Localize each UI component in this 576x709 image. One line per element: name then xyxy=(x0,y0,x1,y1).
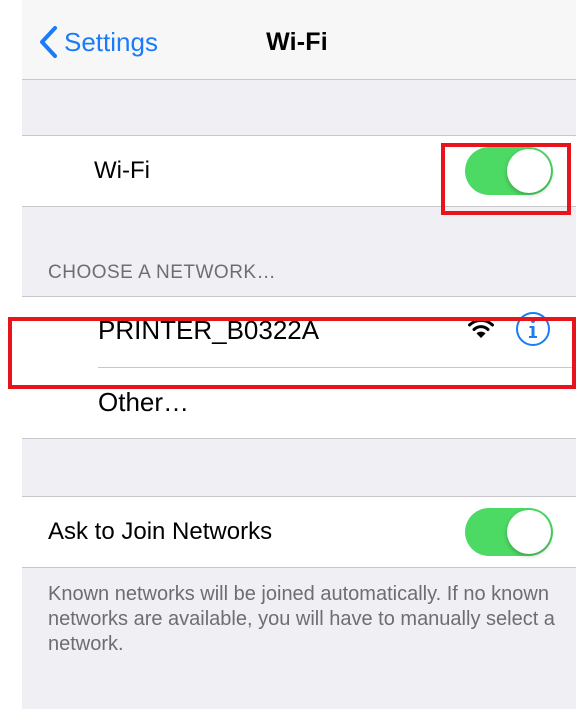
back-button-label: Settings xyxy=(64,26,158,57)
wifi-settings-screen: Settings Wi-Fi Wi-Fi CHOOSE A NETWORK… P… xyxy=(22,0,576,709)
ask-to-join-description: Known networks will be joined automatica… xyxy=(48,583,555,655)
network-row-other[interactable]: Other… xyxy=(22,367,576,437)
wifi-signal-icon xyxy=(468,318,494,338)
network-other-label: Other… xyxy=(98,387,190,417)
info-icon[interactable] xyxy=(515,311,551,347)
ask-to-join-group: Ask to Join Networks xyxy=(22,496,576,568)
network-row-printer[interactable]: PRINTER_B0322A xyxy=(22,297,576,367)
ask-to-join-toggle-knob xyxy=(507,510,551,554)
ask-to-join-label: Ask to Join Networks xyxy=(48,518,273,545)
choose-network-header: CHOOSE A NETWORK… xyxy=(48,262,277,283)
back-button[interactable]: Settings xyxy=(36,24,158,60)
wifi-row-label: Wi-Fi xyxy=(94,157,150,184)
network-name: PRINTER_B0322A xyxy=(98,315,320,345)
network-list: PRINTER_B0322A Other… xyxy=(22,296,576,439)
ask-to-join-row: Ask to Join Networks xyxy=(22,497,576,567)
wifi-toggle-knob xyxy=(507,149,551,193)
navigation-bar: Settings Wi-Fi xyxy=(22,0,576,80)
wifi-row: Wi-Fi xyxy=(22,136,576,206)
page-title: Wi-Fi xyxy=(266,28,328,56)
wifi-toggle[interactable] xyxy=(465,147,553,195)
ask-to-join-toggle[interactable] xyxy=(465,508,553,556)
chevron-left-icon xyxy=(40,26,57,58)
wifi-toggle-group: Wi-Fi xyxy=(22,135,576,207)
